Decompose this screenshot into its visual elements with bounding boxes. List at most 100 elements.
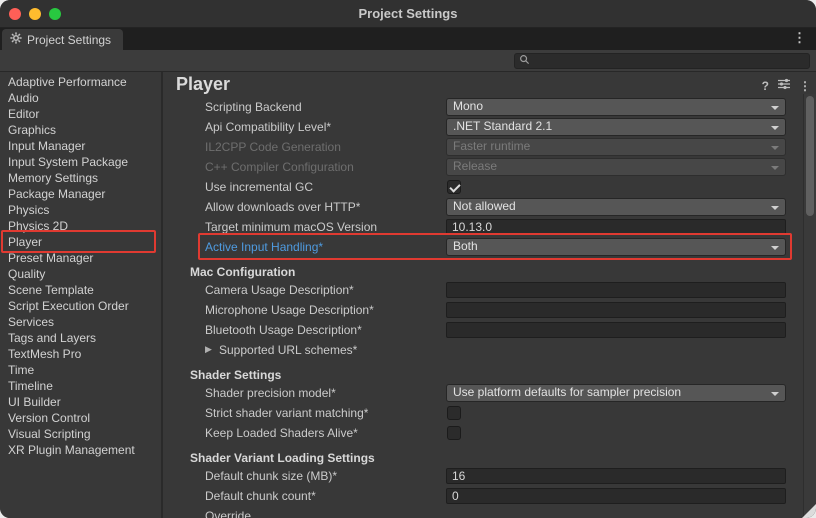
- setting-label: IL2CPP Code Generation: [205, 140, 341, 154]
- default-chunk-size-field[interactable]: [446, 468, 786, 484]
- search-box[interactable]: [514, 53, 810, 69]
- microphone-usage-description-field[interactable]: [446, 302, 786, 318]
- dropdown-value: Use platform defaults for sampler precis…: [453, 385, 681, 399]
- setting-label: Use incremental GC: [205, 180, 313, 194]
- scripting-backend-row: Scripting Backend Mono: [166, 97, 803, 117]
- sidebar-item-ui-builder[interactable]: UI Builder: [0, 394, 161, 410]
- search-input[interactable]: [533, 54, 805, 68]
- zoom-button[interactable]: [49, 8, 61, 20]
- sidebar-item-services[interactable]: Services: [0, 314, 161, 330]
- sidebar-item-quality[interactable]: Quality: [0, 266, 161, 282]
- allow-downloads-over-http-row: Allow downloads over HTTP* Not allowed: [166, 197, 803, 217]
- sidebar-item-xr-plugin-management[interactable]: XR Plugin Management: [0, 442, 161, 458]
- camera-usage-description-field[interactable]: [446, 282, 786, 298]
- use-incremental-gc-checkbox[interactable]: [447, 180, 461, 194]
- titlebar: Project Settings: [0, 0, 816, 28]
- setting-label: Keep Loaded Shaders Alive*: [205, 426, 358, 440]
- minimize-button[interactable]: [29, 8, 41, 20]
- sidebar-item-memory-settings[interactable]: Memory Settings: [0, 170, 161, 186]
- setting-label: Target minimum macOS Version: [205, 220, 377, 234]
- sidebar-item-tags-and-layers[interactable]: Tags and Layers: [0, 330, 161, 346]
- tab-project-settings[interactable]: Project Settings: [2, 29, 123, 50]
- cpp-compiler-configuration-row: C++ Compiler Configuration Release: [166, 157, 803, 177]
- sidebar-item-physics-2d[interactable]: Physics 2D: [0, 218, 161, 234]
- setting-label: Shader precision model*: [205, 386, 336, 400]
- project-settings-window: Project Settings Project Settings ⋮: [0, 0, 816, 518]
- use-incremental-gc-row: Use incremental GC: [166, 177, 803, 197]
- sidebar-item-visual-scripting[interactable]: Visual Scripting: [0, 426, 161, 442]
- sidebar-item-script-execution-order[interactable]: Script Execution Order: [0, 298, 161, 314]
- setting-label: Microphone Usage Description*: [205, 303, 374, 317]
- preset-sliders-icon[interactable]: [778, 77, 790, 95]
- setting-label: Active Input Handling*: [205, 240, 323, 254]
- sidebar-item-player[interactable]: Player: [0, 234, 161, 250]
- setting-label: Bluetooth Usage Description*: [205, 323, 362, 337]
- sidebar-item-adaptive-performance[interactable]: Adaptive Performance: [0, 74, 161, 90]
- settings-panel: Scripting Backend Mono Api Compatibility…: [166, 97, 803, 518]
- bluetooth-usage-description-field[interactable]: [446, 322, 786, 338]
- il2cpp-code-generation-dropdown: Faster runtime: [446, 138, 786, 156]
- default-chunk-count-row: Default chunk count*: [166, 486, 803, 506]
- setting-label: Default chunk size (MB)*: [205, 469, 337, 483]
- active-input-handling-row: Active Input Handling* Both: [166, 237, 803, 257]
- microphone-usage-description-row: Microphone Usage Description*: [166, 300, 803, 320]
- toolbar: [0, 50, 816, 72]
- settings-sidebar: Adaptive Performance Audio Editor Graphi…: [0, 72, 163, 518]
- scripting-backend-dropdown[interactable]: Mono: [446, 98, 786, 116]
- allow-downloads-over-http-dropdown[interactable]: Not allowed: [446, 198, 786, 216]
- sidebar-item-textmesh-pro[interactable]: TextMesh Pro: [0, 346, 161, 362]
- active-input-handling-dropdown[interactable]: Both: [446, 238, 786, 256]
- dropdown-value: Not allowed: [453, 199, 516, 213]
- keep-loaded-shaders-alive-row: Keep Loaded Shaders Alive*: [166, 423, 803, 443]
- sidebar-item-time[interactable]: Time: [0, 362, 161, 378]
- setting-label: Supported URL schemes*: [219, 343, 357, 357]
- sidebar-item-input-manager[interactable]: Input Manager: [0, 138, 161, 154]
- setting-label: Api Compatibility Level*: [205, 120, 331, 134]
- scrollbar-thumb[interactable]: [806, 96, 814, 216]
- window-controls: [9, 8, 61, 20]
- section-shader-settings: Shader Settings: [166, 365, 803, 383]
- page-title: Player: [176, 72, 230, 96]
- section-title: Shader Variant Loading Settings: [190, 451, 375, 465]
- gear-icon: [10, 32, 22, 47]
- sidebar-item-package-manager[interactable]: Package Manager: [0, 186, 161, 202]
- close-button[interactable]: [9, 8, 21, 20]
- api-compatibility-level-dropdown[interactable]: .NET Standard 2.1: [446, 118, 786, 136]
- sidebar-item-audio[interactable]: Audio: [0, 90, 161, 106]
- sidebar-item-timeline[interactable]: Timeline: [0, 378, 161, 394]
- setting-label: Allow downloads over HTTP*: [205, 200, 360, 214]
- bluetooth-usage-description-row: Bluetooth Usage Description*: [166, 320, 803, 340]
- header-icons: ? ⋮: [762, 77, 811, 95]
- keep-loaded-shaders-alive-checkbox[interactable]: [447, 426, 461, 440]
- sidebar-item-version-control[interactable]: Version Control: [0, 410, 161, 426]
- sidebar-item-editor[interactable]: Editor: [0, 106, 161, 122]
- tab-bar: Project Settings ⋮: [0, 28, 816, 50]
- sidebar-item-preset-manager[interactable]: Preset Manager: [0, 250, 161, 266]
- window-resize-grip[interactable]: [802, 504, 816, 518]
- camera-usage-description-row: Camera Usage Description*: [166, 280, 803, 300]
- vertical-scrollbar[interactable]: [803, 94, 816, 518]
- tabbar-kebab-menu-icon[interactable]: ⋮: [793, 30, 806, 46]
- kebab-menu-icon[interactable]: ⋮: [799, 79, 811, 93]
- target-minimum-macos-version-row: Target minimum macOS Version: [166, 217, 803, 237]
- help-icon[interactable]: ?: [762, 79, 769, 93]
- sidebar-item-physics[interactable]: Physics: [0, 202, 161, 218]
- strict-shader-variant-matching-checkbox[interactable]: [447, 406, 461, 420]
- override-row: Override: [166, 506, 803, 518]
- foldout-arrow-icon[interactable]: ▶: [205, 344, 212, 355]
- target-minimum-macos-version-field[interactable]: [446, 219, 786, 235]
- setting-label: C++ Compiler Configuration: [205, 160, 354, 174]
- sidebar-item-graphics[interactable]: Graphics: [0, 122, 161, 138]
- shader-precision-model-dropdown[interactable]: Use platform defaults for sampler precis…: [446, 384, 786, 402]
- setting-label: Camera Usage Description*: [205, 283, 354, 297]
- sidebar-item-input-system-package[interactable]: Input System Package: [0, 154, 161, 170]
- default-chunk-count-field[interactable]: [446, 488, 786, 504]
- search-icon: [519, 52, 530, 70]
- dropdown-value: Mono: [453, 99, 483, 113]
- sidebar-item-scene-template[interactable]: Scene Template: [0, 282, 161, 298]
- tab-label: Project Settings: [27, 33, 111, 47]
- setting-label: Override: [205, 509, 251, 518]
- default-chunk-size-row: Default chunk size (MB)*: [166, 466, 803, 486]
- setting-label: Scripting Backend: [205, 100, 302, 114]
- supported-url-schemes-foldout[interactable]: ▶ Supported URL schemes*: [166, 340, 803, 360]
